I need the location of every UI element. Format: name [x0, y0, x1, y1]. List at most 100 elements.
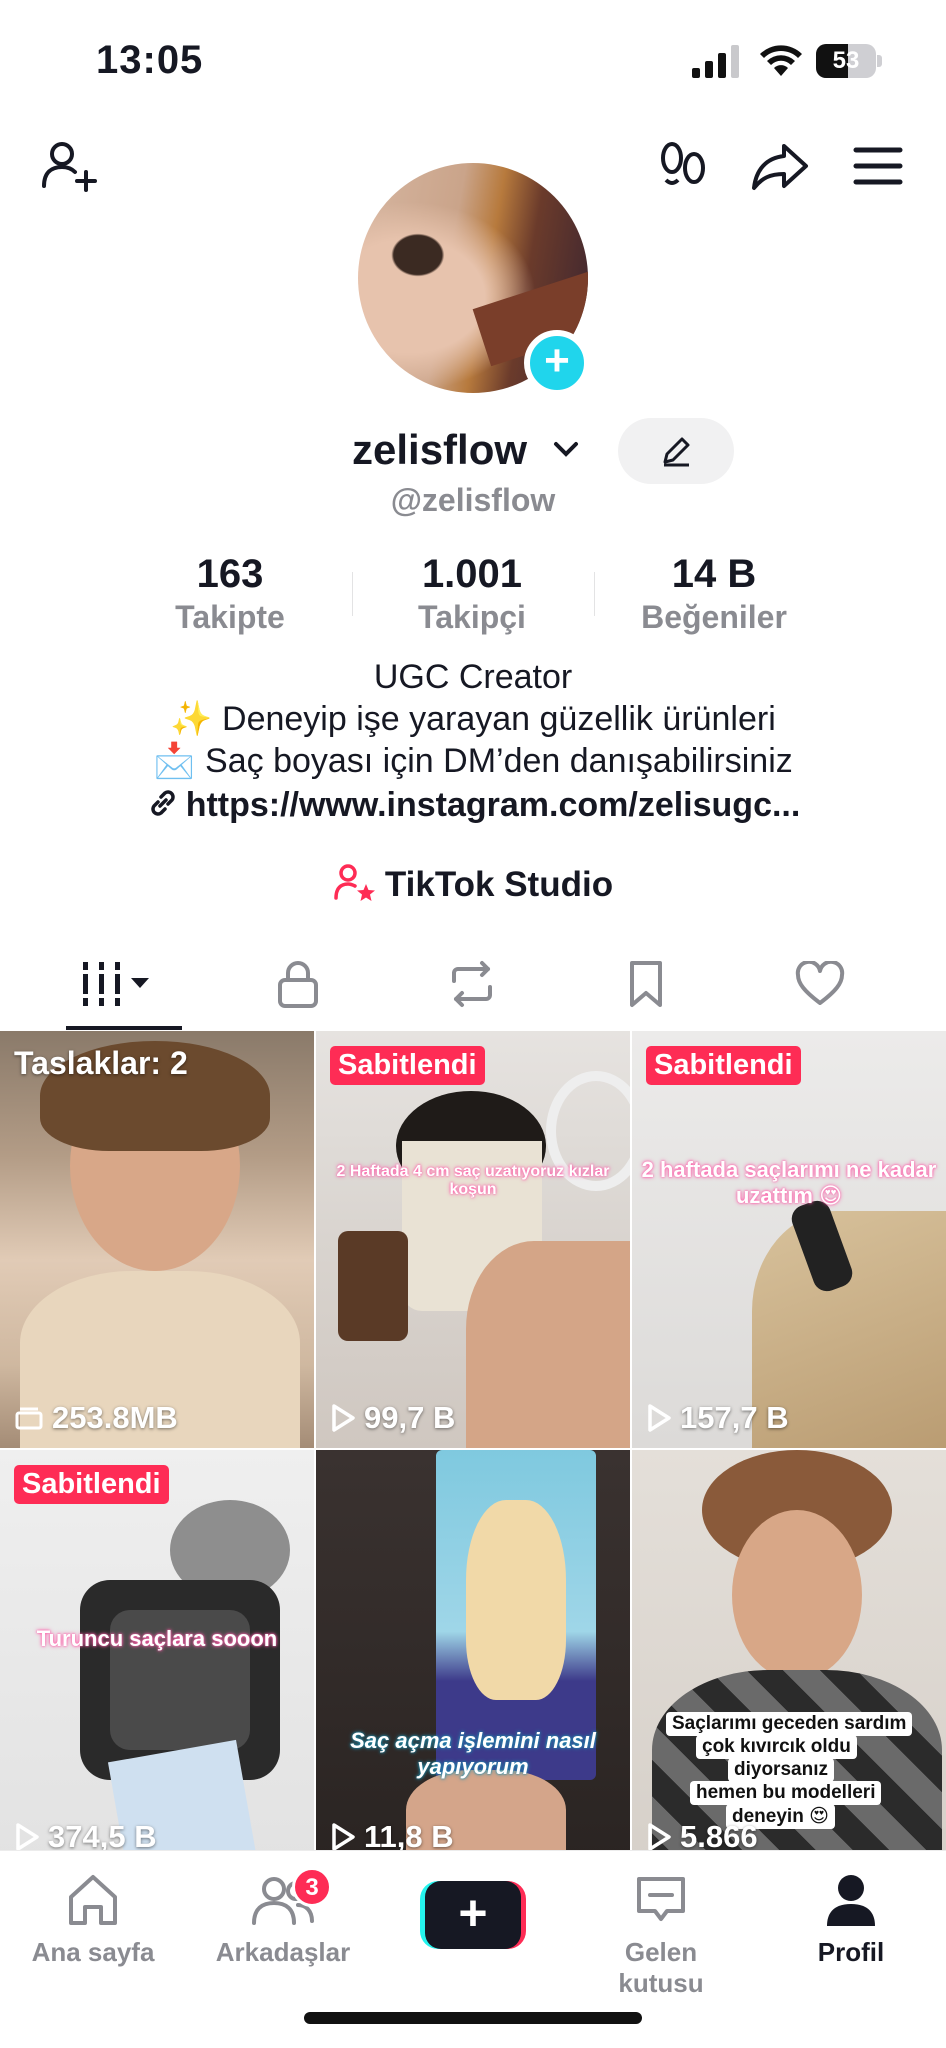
video-caption: 2 Haftada 4 cm saç uzatıyoruz kızlar koş…	[336, 1163, 610, 1198]
bio-line: 📩 Saç boyası için DM’den danışabilirsini…	[153, 742, 793, 780]
battery-indicator: 53	[816, 44, 882, 78]
content-tabs	[0, 944, 946, 1036]
create-button[interactable]: +	[420, 1881, 526, 1949]
play-icon	[332, 1823, 355, 1851]
video-caption: Saç açma işlemini nasıl yapıyorum	[350, 1728, 596, 1779]
divider	[352, 572, 353, 616]
video-stat: 157,7 B	[646, 1400, 789, 1436]
video-sticker-text: hemen bu modelleri	[690, 1781, 882, 1805]
bio-link-text: https://www.instagram.com/zelisugc...	[185, 786, 801, 824]
menu-button[interactable]	[848, 136, 908, 196]
share-icon	[752, 144, 808, 190]
studio-label: TikTok Studio	[384, 865, 614, 904]
followers-stat[interactable]: 1.001 Takipçi	[362, 552, 582, 636]
following-stat[interactable]: 163 Takipte	[120, 552, 340, 636]
creator-star-icon	[334, 864, 375, 901]
lock-icon	[278, 961, 318, 1008]
add-friend-button[interactable]	[38, 136, 98, 196]
display-name[interactable]: zelisflow	[352, 426, 527, 474]
nav-profile-label: Profil	[817, 1937, 885, 1967]
nav-inbox[interactable]: Gelen kutusu	[586, 1867, 736, 1999]
video-thumbnail[interactable]: Sabitlendi 2 haftada saçlarımı ne kadar …	[632, 1031, 946, 1448]
video-stat-value: 253.8MB	[52, 1400, 178, 1435]
nav-inbox-label: Gelen kutusu	[618, 1937, 704, 1998]
edit-profile-button[interactable]	[618, 418, 734, 484]
bio-line: UGC Creator	[373, 658, 573, 696]
video-stat: 253.8MB	[14, 1400, 178, 1436]
tiktok-studio-button[interactable]: TikTok Studio	[0, 862, 946, 905]
bookmark-icon	[630, 961, 662, 1007]
video-thumbnail[interactable]: Saçlarımı geceden sardım çok kıvırcık ol…	[632, 1450, 946, 1867]
divider	[594, 572, 595, 616]
video-caption: Turuncu saçlara sooon	[36, 1626, 278, 1651]
profile-icon	[827, 1875, 875, 1926]
plus-icon: +	[425, 1881, 521, 1949]
battery-percent: 53	[832, 47, 860, 74]
following-label: Takipte	[175, 599, 285, 635]
video-caption: 2 haftada saçlarımı ne kadar uzattım 😍	[641, 1157, 937, 1208]
pinned-badge: Sabitlendi	[14, 1465, 169, 1504]
inbox-icon	[637, 1877, 685, 1921]
home-indicator	[304, 2012, 642, 2024]
storage-icon	[15, 1407, 43, 1430]
nav-home[interactable]: Ana sayfa	[18, 1867, 168, 1968]
video-thumbnail[interactable]: Taslaklar: 2 253.8MB	[0, 1031, 314, 1448]
tab-saved[interactable]	[586, 944, 706, 1024]
bio: UGC Creator ✨ Deneyip işe yarayan güzell…	[0, 656, 946, 782]
wifi-icon	[760, 45, 802, 76]
tab-videos[interactable]	[64, 944, 184, 1024]
nav-friends[interactable]: 3 Arkadaşlar	[208, 1867, 358, 1968]
videos-grid-icon	[83, 962, 149, 1006]
profile-views-button[interactable]	[654, 136, 714, 196]
add-avatar-button[interactable]: +	[524, 330, 590, 396]
nav-home-label: Ana sayfa	[31, 1937, 155, 1967]
followers-label: Takipçi	[418, 599, 526, 635]
footprints-icon	[661, 142, 705, 185]
chevron-down-icon[interactable]	[552, 440, 580, 460]
link-icon	[150, 790, 175, 816]
name-row: zelisflow	[0, 418, 946, 488]
pinned-badge: Sabitlendi	[330, 1046, 485, 1085]
likes-count: 14 B	[671, 552, 757, 596]
home-icon	[69, 1875, 117, 1925]
video-sticker-text: diyorsanız	[728, 1758, 834, 1782]
video-thumbnail[interactable]: Saç açma işlemini nasıl yapıyorum 11,8 B	[316, 1450, 630, 1867]
repost-icon	[452, 961, 492, 1007]
friends-notification-badge: 3	[292, 1867, 332, 1907]
active-tab-indicator	[66, 1026, 182, 1030]
view-count: 157,7 B	[680, 1400, 789, 1435]
pencil-icon	[663, 437, 690, 467]
video-thumbnail[interactable]: Sabitlendi 2 Haftada 4 cm saç uzatıyoruz…	[316, 1031, 630, 1448]
following-count: 163	[196, 552, 264, 596]
tab-liked[interactable]	[760, 944, 880, 1024]
play-icon	[648, 1823, 671, 1851]
status-time: 13:05	[96, 38, 204, 82]
hamburger-menu-icon	[853, 147, 903, 185]
play-icon	[16, 1823, 39, 1851]
status-bar: 13:05 53	[0, 0, 946, 120]
video-stat: 99,7 B	[330, 1400, 455, 1436]
user-handle: @zelisflow	[390, 482, 556, 518]
play-icon	[332, 1404, 355, 1432]
share-profile-button[interactable]	[750, 136, 810, 196]
nav-profile[interactable]: Profil	[776, 1867, 926, 1968]
view-count: 99,7 B	[364, 1400, 456, 1435]
video-sticker-text: Saçlarımı geceden sardım	[666, 1712, 913, 1736]
tab-reposts[interactable]	[412, 944, 532, 1024]
pinned-badge: Sabitlendi	[646, 1046, 801, 1085]
nav-friends-label: Arkadaşlar	[215, 1937, 351, 1967]
tab-private[interactable]	[238, 944, 358, 1024]
likes-label: Beğeniler	[641, 599, 787, 635]
add-user-icon	[42, 142, 97, 192]
followers-count: 1.001	[421, 552, 523, 596]
likes-stat[interactable]: 14 B Beğeniler	[604, 552, 824, 636]
plus-icon: +	[544, 336, 570, 385]
drafts-label: Taslaklar: 2	[14, 1045, 188, 1081]
video-sticker-text: çok kıvırcık oldu	[696, 1735, 857, 1759]
cellular-signal-icon	[692, 45, 739, 78]
heart-icon	[795, 961, 845, 1005]
bio-link[interactable]: https://www.instagram.com/zelisugc...	[0, 786, 946, 825]
play-icon	[648, 1404, 671, 1432]
video-thumbnail[interactable]: Sabitlendi Turuncu saçlara sooon 374,5 B	[0, 1450, 314, 1867]
profile-stats: 163 Takipte 1.001 Takipçi 14 B Beğeniler	[0, 552, 946, 642]
